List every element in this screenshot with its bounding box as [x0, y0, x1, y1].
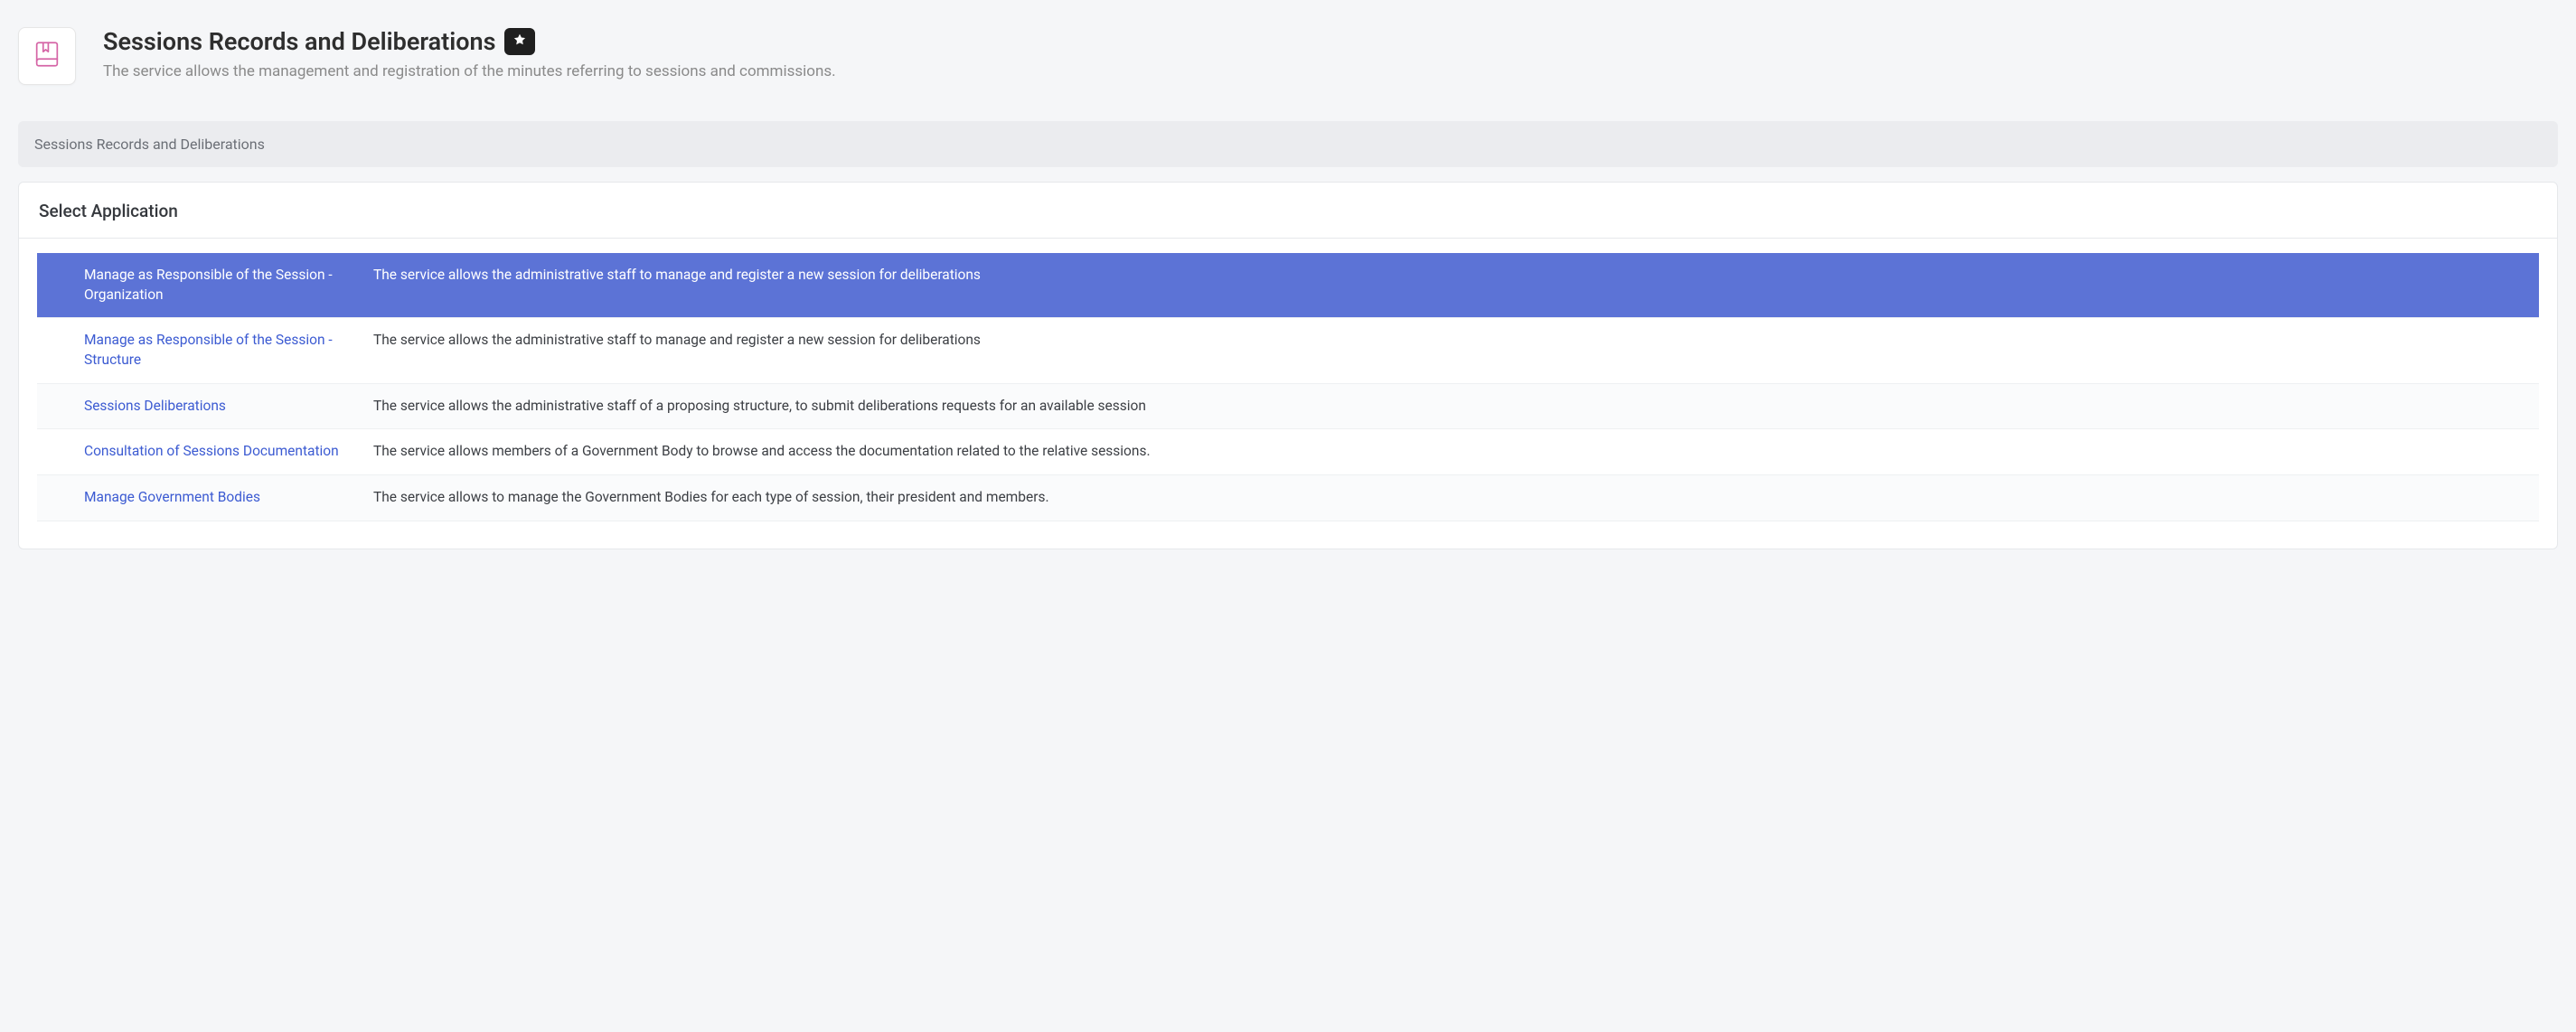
- star-icon: [512, 32, 528, 52]
- application-description: The service allows the administrative st…: [373, 318, 2539, 363]
- application-link[interactable]: Consultation of Sessions Documentation: [84, 443, 339, 459]
- application-link[interactable]: Manage as Responsible of the Session - O…: [84, 267, 333, 303]
- page-title: Sessions Records and Deliberations: [103, 27, 495, 56]
- book-icon: [32, 39, 62, 73]
- application-description: The service allows the administrative st…: [373, 253, 2539, 298]
- application-link[interactable]: Sessions Deliberations: [84, 398, 226, 414]
- application-row[interactable]: Manage Government Bodies The service all…: [37, 475, 2539, 521]
- application-name-cell: Consultation of Sessions Documentation: [84, 429, 373, 474]
- application-name-cell: Sessions Deliberations: [84, 384, 373, 429]
- application-row[interactable]: Sessions Deliberations The service allow…: [37, 384, 2539, 430]
- application-description: The service allows members of a Governme…: [373, 429, 2539, 474]
- application-link[interactable]: Manage Government Bodies: [84, 489, 260, 505]
- application-description: The service allows to manage the Governm…: [373, 475, 2539, 521]
- header-title-row: Sessions Records and Deliberations: [103, 27, 2558, 56]
- page-header: Sessions Records and Deliberations The s…: [0, 0, 2576, 121]
- application-name-cell: Manage as Responsible of the Session - O…: [84, 253, 373, 317]
- application-list: Manage as Responsible of the Session - O…: [37, 253, 2539, 521]
- card-title: Select Application: [19, 183, 2557, 239]
- favorite-button[interactable]: [504, 28, 535, 55]
- application-name-cell: Manage Government Bodies: [84, 475, 373, 521]
- breadcrumb-item[interactable]: Sessions Records and Deliberations: [34, 136, 265, 153]
- select-application-card: Select Application Manage as Responsible…: [18, 182, 2558, 549]
- page-subtitle: The service allows the management and re…: [103, 61, 2558, 83]
- application-row[interactable]: Consultation of Sessions Documentation T…: [37, 429, 2539, 475]
- application-row[interactable]: Manage as Responsible of the Session - S…: [37, 318, 2539, 383]
- service-icon-box: [18, 27, 76, 85]
- header-text-block: Sessions Records and Deliberations The s…: [103, 27, 2558, 83]
- application-row[interactable]: Manage as Responsible of the Session - O…: [37, 253, 2539, 318]
- application-name-cell: Manage as Responsible of the Session - S…: [84, 318, 373, 382]
- application-link[interactable]: Manage as Responsible of the Session - S…: [84, 332, 333, 368]
- application-description: The service allows the administrative st…: [373, 384, 2539, 429]
- breadcrumb: Sessions Records and Deliberations: [18, 121, 2558, 167]
